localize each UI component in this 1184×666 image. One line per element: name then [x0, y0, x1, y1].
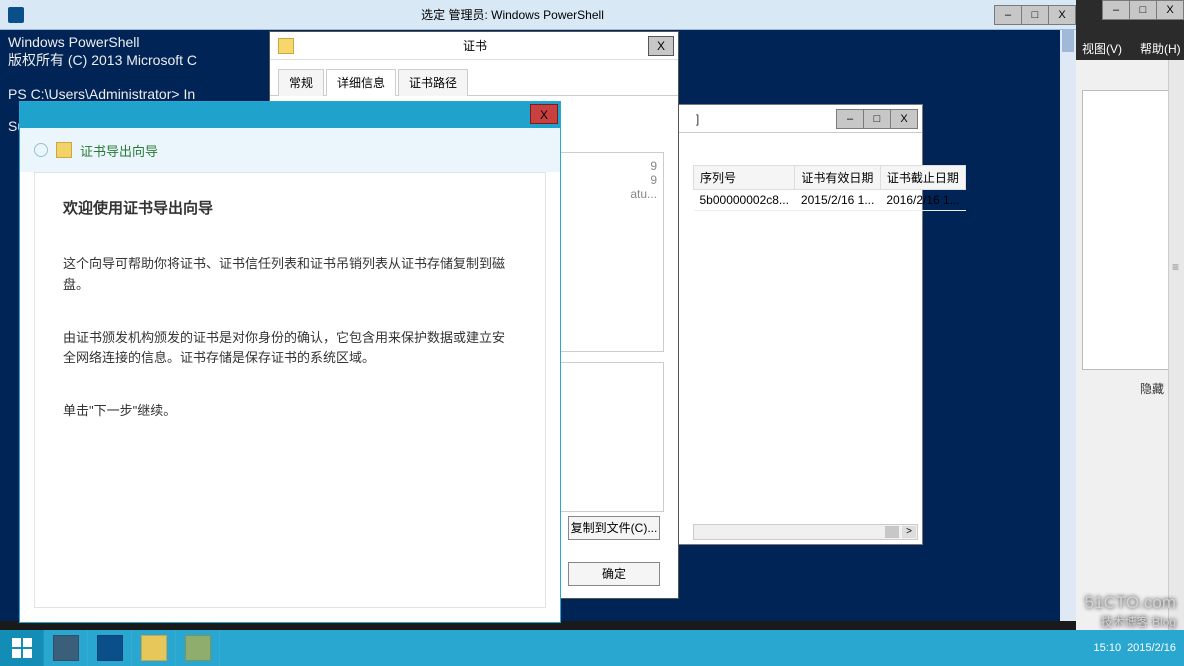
table-row[interactable]: 5b00000002c8... 2015/2/16 1... 2016/2/16… — [694, 190, 966, 211]
ps-close-button[interactable]: X — [1048, 5, 1076, 25]
cell-valid: 2015/2/16 1... — [795, 190, 880, 211]
back-icon[interactable] — [34, 143, 48, 157]
cert-icon — [278, 38, 294, 54]
right-pane-scrollbar[interactable] — [1168, 60, 1184, 630]
taskbar-powershell[interactable] — [88, 630, 132, 666]
wizard-header: 证书导出向导 — [20, 128, 560, 172]
ps-maximize-button[interactable]: □ — [1021, 5, 1049, 25]
outer-minimize-button[interactable]: – — [1102, 0, 1130, 20]
outer-maximize-button[interactable]: □ — [1129, 0, 1157, 20]
system-tray[interactable]: 15:10 2015/2/16 — [1094, 630, 1176, 666]
wizard-para-3: 单击"下一步"继续。 — [63, 401, 517, 422]
tab-details[interactable]: 详细信息 — [326, 69, 396, 96]
powershell-title: 选定 管理员: Windows PowerShell — [30, 6, 995, 23]
col-valid[interactable]: 证书有效日期 — [795, 166, 880, 190]
taskbar-mmc[interactable] — [176, 630, 220, 666]
right-actions-pane: 隐藏 — [1076, 60, 1184, 630]
taskbar-server-manager[interactable] — [44, 630, 88, 666]
menu-help[interactable]: 帮助(H) — [1140, 40, 1181, 57]
mmc-close-button[interactable]: X — [890, 109, 918, 129]
mmc-hscroll-thumb[interactable] — [885, 526, 899, 538]
wizard-title: 证书导出向导 — [80, 141, 158, 160]
copy-to-file-button[interactable]: 复制到文件(C)... — [568, 516, 660, 540]
tab-general[interactable]: 常规 — [278, 69, 324, 96]
tab-path[interactable]: 证书路径 — [398, 69, 468, 96]
cert-close-button[interactable]: X — [648, 36, 674, 56]
wizard-para-2: 由证书颁发机构颁发的证书是对你身份的确认，它包含用来保护数据或建立安全网络连接的… — [63, 328, 517, 370]
tray-date: 2015/2/16 — [1127, 642, 1176, 654]
wizard-heading: 欢迎使用证书导出向导 — [63, 197, 517, 218]
powershell-icon — [8, 7, 24, 23]
wizard-para-1: 这个向导可帮助你将证书、证书信任列表和证书吊销列表从证书存储复制到磁盘。 — [63, 254, 517, 296]
mmc-hscroll[interactable]: > — [693, 524, 918, 540]
ps-minimize-button[interactable]: – — [994, 5, 1022, 25]
outer-window-chrome: – □ X 视图(V) 帮助(H) — [1076, 0, 1184, 60]
col-expire[interactable]: 证书截止日期 — [880, 166, 965, 190]
ps-scroll-thumb[interactable] — [1062, 30, 1074, 52]
table-header-row: 序列号 证书有效日期 证书截止日期 — [694, 166, 966, 190]
cell-expire: 2016/2/16 1... — [880, 190, 965, 211]
powershell-taskbar-icon — [97, 635, 123, 661]
col-serial[interactable]: 序列号 — [694, 166, 795, 190]
windows-logo-icon — [12, 638, 32, 658]
ps-scrollbar[interactable] — [1060, 30, 1076, 621]
export-wizard-window: X 证书导出向导 欢迎使用证书导出向导 这个向导可帮助你将证书、证书信任列表和证… — [19, 101, 561, 623]
powershell-titlebar[interactable]: 选定 管理员: Windows PowerShell – □ X — [0, 0, 1076, 30]
wizard-body: 欢迎使用证书导出向导 这个向导可帮助你将证书、证书信任列表和证书吊销列表从证书存… — [34, 172, 546, 608]
taskbar: 15:10 2015/2/16 — [0, 630, 1184, 666]
taskbar-explorer[interactable] — [132, 630, 176, 666]
start-button[interactable] — [0, 630, 44, 666]
outer-close-button[interactable]: X — [1156, 0, 1184, 20]
cell-serial: 5b00000002c8... — [694, 190, 795, 211]
mmc-hscroll-right[interactable]: > — [902, 526, 916, 538]
menu-view[interactable]: 视图(V) — [1082, 40, 1122, 57]
tray-time: 15:10 — [1094, 642, 1122, 654]
explorer-icon — [141, 635, 167, 661]
cert-dialog-title: 证书 — [302, 37, 648, 54]
right-pane-box — [1082, 90, 1178, 370]
server-manager-icon — [53, 635, 79, 661]
ok-button[interactable]: 确定 — [568, 562, 660, 586]
mmc-icon — [185, 635, 211, 661]
cert-list[interactable]: 序列号 证书有效日期 证书截止日期 5b00000002c8... 2015/2… — [693, 165, 918, 305]
mmc-minimize-button[interactable]: – — [836, 109, 864, 129]
wizard-close-button[interactable]: X — [530, 104, 558, 124]
right-pane-hide-link[interactable]: 隐藏 — [1140, 380, 1164, 397]
cert-wizard-icon — [56, 142, 72, 158]
mmc-maximize-button[interactable]: □ — [863, 109, 891, 129]
